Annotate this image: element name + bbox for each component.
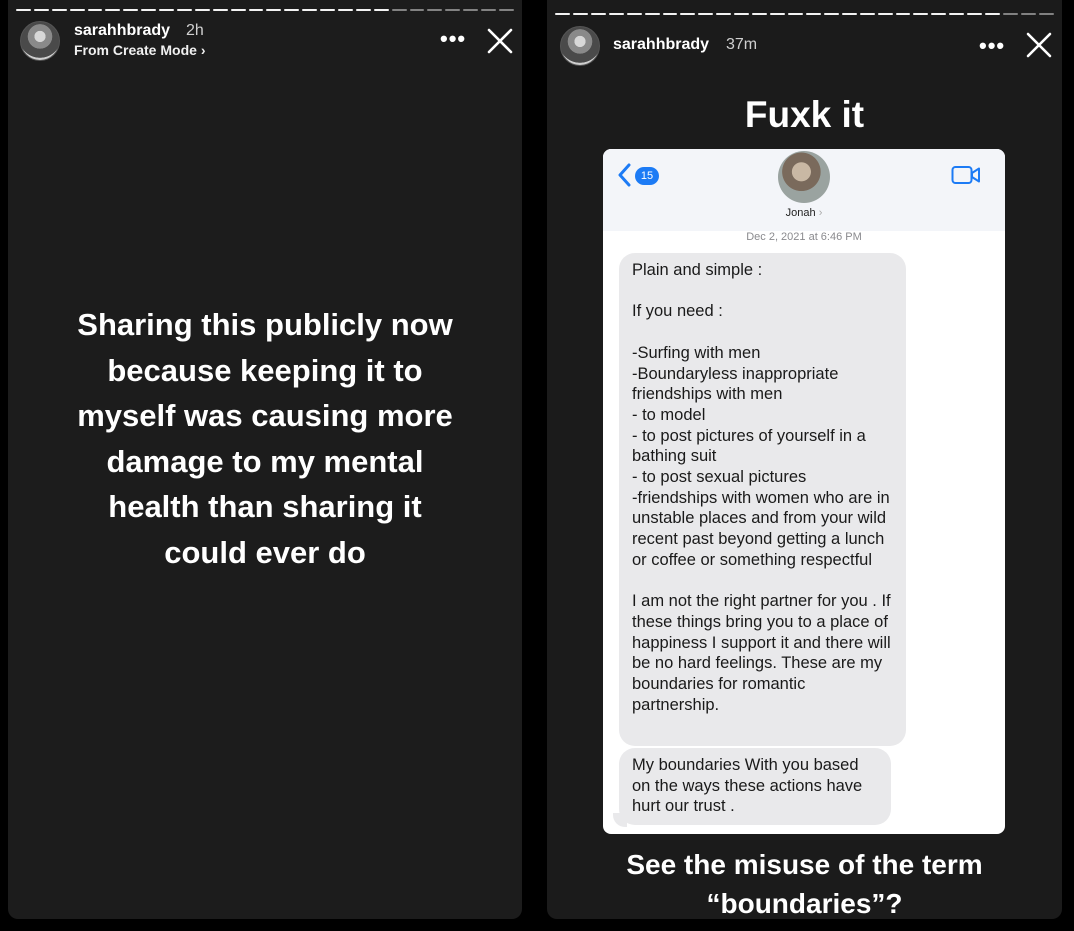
progress-segment bbox=[626, 13, 642, 15]
contact-name-row: Jonah › bbox=[603, 207, 1005, 219]
progress-segment bbox=[644, 13, 660, 15]
post-time: 2h bbox=[186, 22, 204, 39]
create-mode-link[interactable]: From Create Mode › bbox=[74, 42, 205, 58]
progress-segment bbox=[752, 13, 768, 15]
avatar[interactable] bbox=[20, 21, 60, 61]
more-options-icon[interactable]: ••• bbox=[440, 26, 466, 52]
progress-segment bbox=[87, 9, 103, 11]
progress-segment bbox=[716, 13, 732, 15]
progress-segment bbox=[445, 9, 461, 11]
chevron-right-icon: › bbox=[200, 42, 206, 58]
caption-bottom: See the misuse of the term “boundaries”? bbox=[626, 849, 983, 919]
progress-segment bbox=[949, 13, 965, 15]
progress-segment bbox=[105, 9, 121, 11]
progress-segment bbox=[302, 9, 318, 11]
progress-segment bbox=[985, 13, 1001, 15]
progress-segment bbox=[355, 9, 371, 11]
story-progress-bar bbox=[16, 9, 514, 11]
progress-segment bbox=[859, 13, 875, 15]
progress-segment bbox=[248, 9, 264, 11]
progress-segment bbox=[662, 13, 678, 15]
chevron-right-icon: › bbox=[818, 207, 823, 219]
progress-segment bbox=[1003, 13, 1018, 15]
progress-segment bbox=[913, 13, 929, 15]
more-options-icon[interactable]: ••• bbox=[979, 33, 1005, 59]
progress-segment bbox=[320, 9, 336, 11]
progress-segment bbox=[51, 9, 67, 11]
progress-segment bbox=[177, 9, 192, 11]
progress-segment bbox=[373, 9, 389, 11]
progress-segment bbox=[194, 9, 210, 11]
message-screenshot: 15 Jonah › Dec 2, 2021 at 6:46 PM Plain … bbox=[603, 149, 1005, 834]
progress-segment bbox=[1038, 13, 1054, 15]
progress-segment bbox=[33, 9, 49, 11]
progress-segment bbox=[608, 13, 624, 15]
progress-segment bbox=[409, 9, 425, 11]
contact-avatar bbox=[778, 151, 830, 203]
progress-segment bbox=[212, 9, 228, 11]
post-time: 37m bbox=[726, 36, 758, 53]
message-timestamp: Dec 2, 2021 at 6:46 PM bbox=[746, 231, 862, 243]
progress-segment bbox=[590, 13, 606, 15]
progress-segment bbox=[572, 13, 588, 15]
progress-segment bbox=[1020, 13, 1036, 15]
caption-top: Fuxk it bbox=[744, 94, 865, 135]
progress-segment bbox=[499, 9, 514, 11]
contact-name: Jonah bbox=[785, 207, 816, 219]
progress-segment bbox=[877, 13, 893, 15]
avatar[interactable] bbox=[560, 26, 600, 66]
progress-segment bbox=[391, 9, 407, 11]
progress-segment bbox=[463, 9, 479, 11]
progress-segment bbox=[69, 9, 85, 11]
story-text: Sharing this publicly now because keepin… bbox=[77, 307, 453, 570]
progress-segment bbox=[967, 13, 983, 15]
username[interactable]: sarahhbrady bbox=[613, 36, 709, 54]
progress-segment bbox=[823, 13, 839, 15]
progress-segment bbox=[555, 13, 570, 15]
progress-segment bbox=[787, 13, 803, 15]
progress-segment bbox=[770, 13, 785, 15]
unread-count-badge: 15 bbox=[635, 167, 659, 185]
progress-segment bbox=[284, 9, 300, 11]
progress-segment bbox=[159, 9, 175, 11]
progress-segment bbox=[931, 13, 947, 15]
progress-segment bbox=[266, 9, 282, 11]
progress-segment bbox=[16, 9, 31, 11]
message-bubble: Plain and simple : If you need : -Surfin… bbox=[619, 253, 906, 746]
create-mode-label: From Create Mode bbox=[74, 42, 197, 58]
progress-segment bbox=[427, 9, 443, 11]
bubble-tail bbox=[613, 813, 627, 827]
progress-segment bbox=[230, 9, 246, 11]
story-progress-bar bbox=[555, 13, 1054, 15]
progress-segment bbox=[698, 13, 714, 15]
progress-segment bbox=[895, 13, 911, 15]
progress-segment bbox=[805, 13, 821, 15]
progress-segment bbox=[680, 13, 696, 15]
progress-segment bbox=[338, 9, 353, 11]
story-panel-right[interactable]: sarahhbrady 37m ••• Fuxk it 15 Jonah › D… bbox=[547, 0, 1062, 919]
close-icon[interactable] bbox=[1025, 31, 1053, 59]
message-bubble: My boundaries With you based on the ways… bbox=[619, 748, 891, 825]
username[interactable]: sarahhbrady bbox=[74, 22, 170, 40]
progress-segment bbox=[123, 9, 139, 11]
close-icon[interactable] bbox=[486, 27, 514, 55]
progress-segment bbox=[841, 13, 857, 15]
progress-segment bbox=[481, 9, 497, 11]
story-panel-left[interactable]: sarahhbrady 2h From Create Mode › ••• Sh… bbox=[8, 0, 522, 919]
progress-segment bbox=[141, 9, 157, 11]
back-chevron-icon bbox=[618, 163, 631, 187]
progress-segment bbox=[734, 13, 750, 15]
messages-header: 15 Jonah › bbox=[603, 149, 1005, 231]
video-call-icon bbox=[951, 166, 980, 184]
